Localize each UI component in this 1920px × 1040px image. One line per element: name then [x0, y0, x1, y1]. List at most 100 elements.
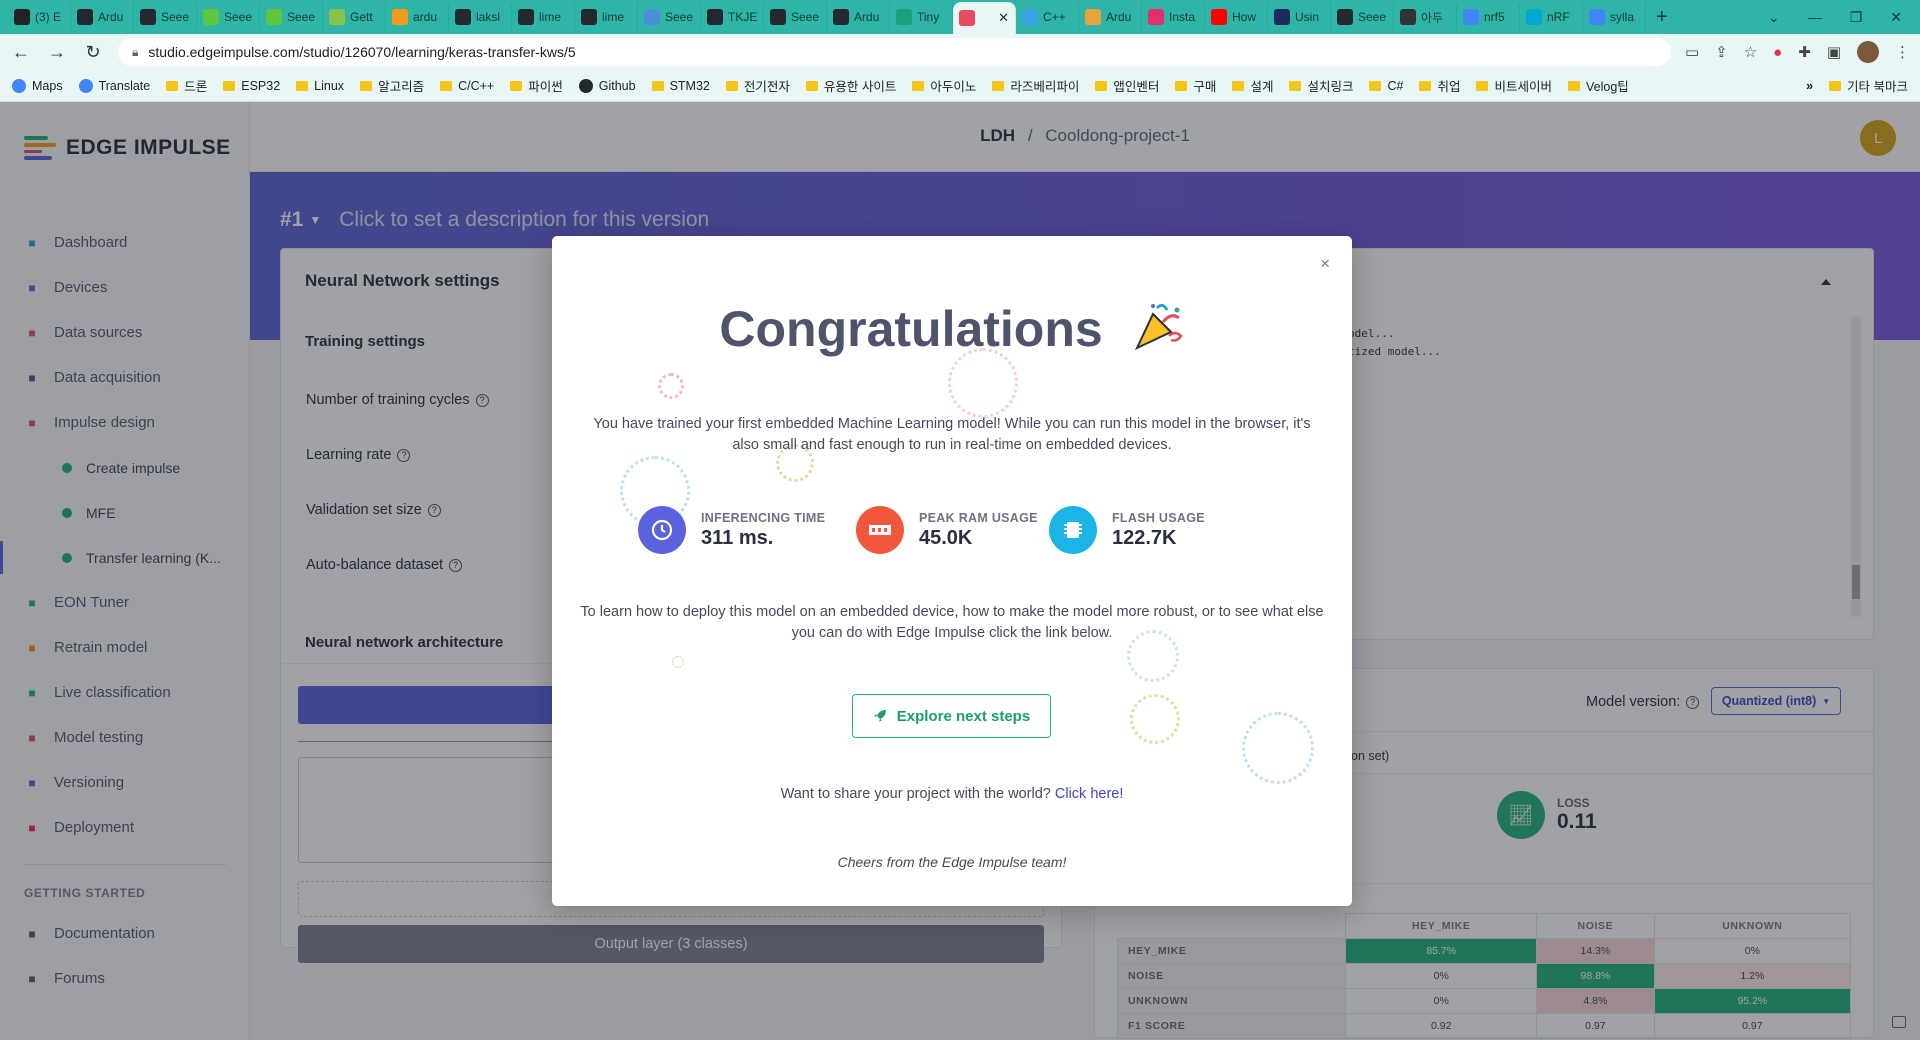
share-link[interactable]: Click here! [1055, 786, 1124, 802]
forward-icon[interactable]: → [46, 42, 68, 63]
puzzle-icon[interactable]: ✚ [1798, 43, 1811, 61]
browser-tab[interactable]: lime [512, 3, 575, 31]
browser-tab[interactable]: lime [575, 3, 638, 31]
tab-favicon-icon [1589, 9, 1605, 25]
bookmark-item[interactable]: Maps [12, 78, 63, 93]
browser-tab[interactable]: Tiny [890, 3, 953, 31]
tab-title: Tiny [917, 10, 940, 24]
restore-icon[interactable]: ❐ [1850, 9, 1863, 26]
browser-tab[interactable]: Usin [1268, 3, 1331, 31]
profile-avatar[interactable] [1857, 41, 1879, 63]
folder-icon [1369, 80, 1382, 91]
tab-favicon-icon [1022, 9, 1038, 25]
folder-icon [725, 80, 738, 91]
bookmark-item[interactable]: STM32 [651, 79, 710, 93]
bookmark-item[interactable]: 아두이노 [912, 76, 976, 95]
folder-icon [510, 80, 523, 91]
bookmark-item[interactable]: 설치링크 [1289, 76, 1353, 95]
bookmark-label: Maps [32, 78, 63, 93]
browser-tab[interactable]: Seee [260, 3, 323, 31]
browser-tab[interactable]: Insta [1142, 3, 1205, 31]
confetti-dot [672, 656, 684, 668]
bookmark-item[interactable]: 알고리즘 [360, 76, 424, 95]
reload-icon[interactable]: ↻ [82, 42, 104, 63]
browser-tab[interactable]: sylla [1583, 3, 1646, 31]
flash-chip-icon [1049, 506, 1097, 554]
folder-icon [223, 80, 236, 91]
bookmark-item[interactable]: 취업 [1419, 76, 1460, 95]
browser-tab[interactable]: ardu [386, 3, 449, 31]
browser-tab[interactable]: Seee [764, 3, 827, 31]
bookmark-item[interactable]: Linux [296, 79, 344, 93]
browser-tab[interactable]: TKJE [701, 3, 764, 31]
browser-tab[interactable]: How [1205, 3, 1268, 31]
tab-favicon-icon [14, 9, 30, 25]
browser-tab[interactable]: Gett [323, 3, 386, 31]
browser-tab[interactable]: Seee [638, 3, 701, 31]
tab-title: Ardu [1106, 10, 1132, 24]
browser-tab[interactable]: C++ [1016, 3, 1079, 31]
bookmark-item[interactable]: ESP32 [223, 79, 280, 93]
browser-tab[interactable]: Seee [197, 3, 260, 31]
bookmark-item[interactable]: 파이썬 [510, 76, 563, 95]
tab-close-icon[interactable]: ✕ [998, 10, 1009, 26]
bookmark-item[interactable]: 구매 [1175, 76, 1216, 95]
browser-tab[interactable]: Seee [134, 3, 197, 31]
minimize-icon[interactable]: — [1808, 9, 1822, 26]
tab-favicon-icon [959, 10, 975, 26]
browser-tab[interactable]: laksl [449, 3, 512, 31]
bookmark-item[interactable]: 앱인벤터 [1095, 76, 1159, 95]
other-bookmarks[interactable]: 기타 북마크 [1829, 76, 1908, 95]
bookmark-item[interactable]: C/C++ [440, 79, 494, 93]
ram-icon [856, 506, 904, 554]
browser-tab[interactable]: nRF [1520, 3, 1583, 31]
bookmark-item[interactable]: 비트세이버 [1476, 76, 1552, 95]
browser-tab[interactable]: Ardu [71, 3, 134, 31]
bookmark-item[interactable]: 전기전자 [725, 76, 790, 95]
browser-tab[interactable]: Ardu [1079, 3, 1142, 31]
bookmark-item[interactable]: Velog팁 [1567, 76, 1629, 95]
bookmark-item[interactable]: 설계 [1232, 76, 1273, 95]
modal-title: Congratulations [552, 300, 1352, 358]
browser-tab[interactable]: Ardu [827, 3, 890, 31]
browser-tab[interactable]: ✕ [953, 2, 1016, 34]
bookmarks-bar: Maps Translate 드론 ESP32 Linux 알고리즘 C/C++ 파이썬 Git… [0, 70, 1920, 102]
explore-next-steps-button[interactable]: Explore next steps [852, 694, 1051, 738]
bookmark-item[interactable]: Translate [78, 78, 150, 93]
folder-icon [805, 80, 818, 91]
url-field[interactable]: 🔒︎ studio.edgeimpulse.com/studio/126070/… [118, 38, 1671, 66]
bookmark-label: 설계 [1250, 80, 1274, 94]
browser-tab[interactable]: Seee [1331, 3, 1394, 31]
bookmark-favicon-icon [12, 78, 26, 93]
tab-favicon-icon [833, 9, 849, 25]
menu-icon[interactable]: ⋮ [1895, 43, 1910, 61]
tab-title: lime [602, 10, 625, 24]
tab-favicon-icon [1274, 9, 1290, 25]
extension-icon[interactable]: ● [1773, 44, 1782, 61]
bookmarks-overflow[interactable]: » [1806, 79, 1813, 93]
tab-search-icon[interactable]: ⌄ [1768, 9, 1780, 26]
cast-icon[interactable]: ▭ [1685, 43, 1699, 61]
bookmark-item[interactable]: 드론 [166, 76, 207, 95]
confetti-ring [1130, 694, 1180, 744]
bookmark-star-icon[interactable]: ☆ [1744, 43, 1757, 61]
party-popper-icon [1134, 303, 1183, 351]
bookmark-item[interactable]: 유용한 사이트 [805, 76, 897, 95]
new-tab-button[interactable]: + [1656, 6, 1668, 29]
tab-favicon-icon [896, 9, 912, 25]
bookmark-label: 앱인벤터 [1113, 80, 1160, 94]
window-close-icon[interactable]: ✕ [1890, 9, 1902, 26]
share-icon[interactable]: ⇪ [1715, 43, 1728, 61]
sidepanel-icon[interactable]: ▣ [1827, 43, 1841, 61]
bookmark-item[interactable]: 라즈베리파이 [992, 76, 1079, 95]
bookmark-item[interactable]: C# [1369, 79, 1403, 93]
deploy-text: To learn how to deploy this model on an … [580, 604, 1324, 641]
browser-tab[interactable]: (3) E [8, 3, 71, 31]
browser-tab[interactable]: nrf5 [1457, 3, 1520, 31]
browser-toolbar-icons: ▭ ⇪ ☆ ● ✚ ▣ ⋮ [1685, 41, 1910, 63]
back-icon[interactable]: ← [10, 42, 32, 63]
browser-tab[interactable]: 아두 [1394, 3, 1457, 31]
bookmark-item[interactable]: Github [578, 78, 636, 93]
modal-close-button[interactable]: × [1320, 254, 1330, 274]
bookmark-label: 유용한 사이트 [823, 80, 897, 94]
